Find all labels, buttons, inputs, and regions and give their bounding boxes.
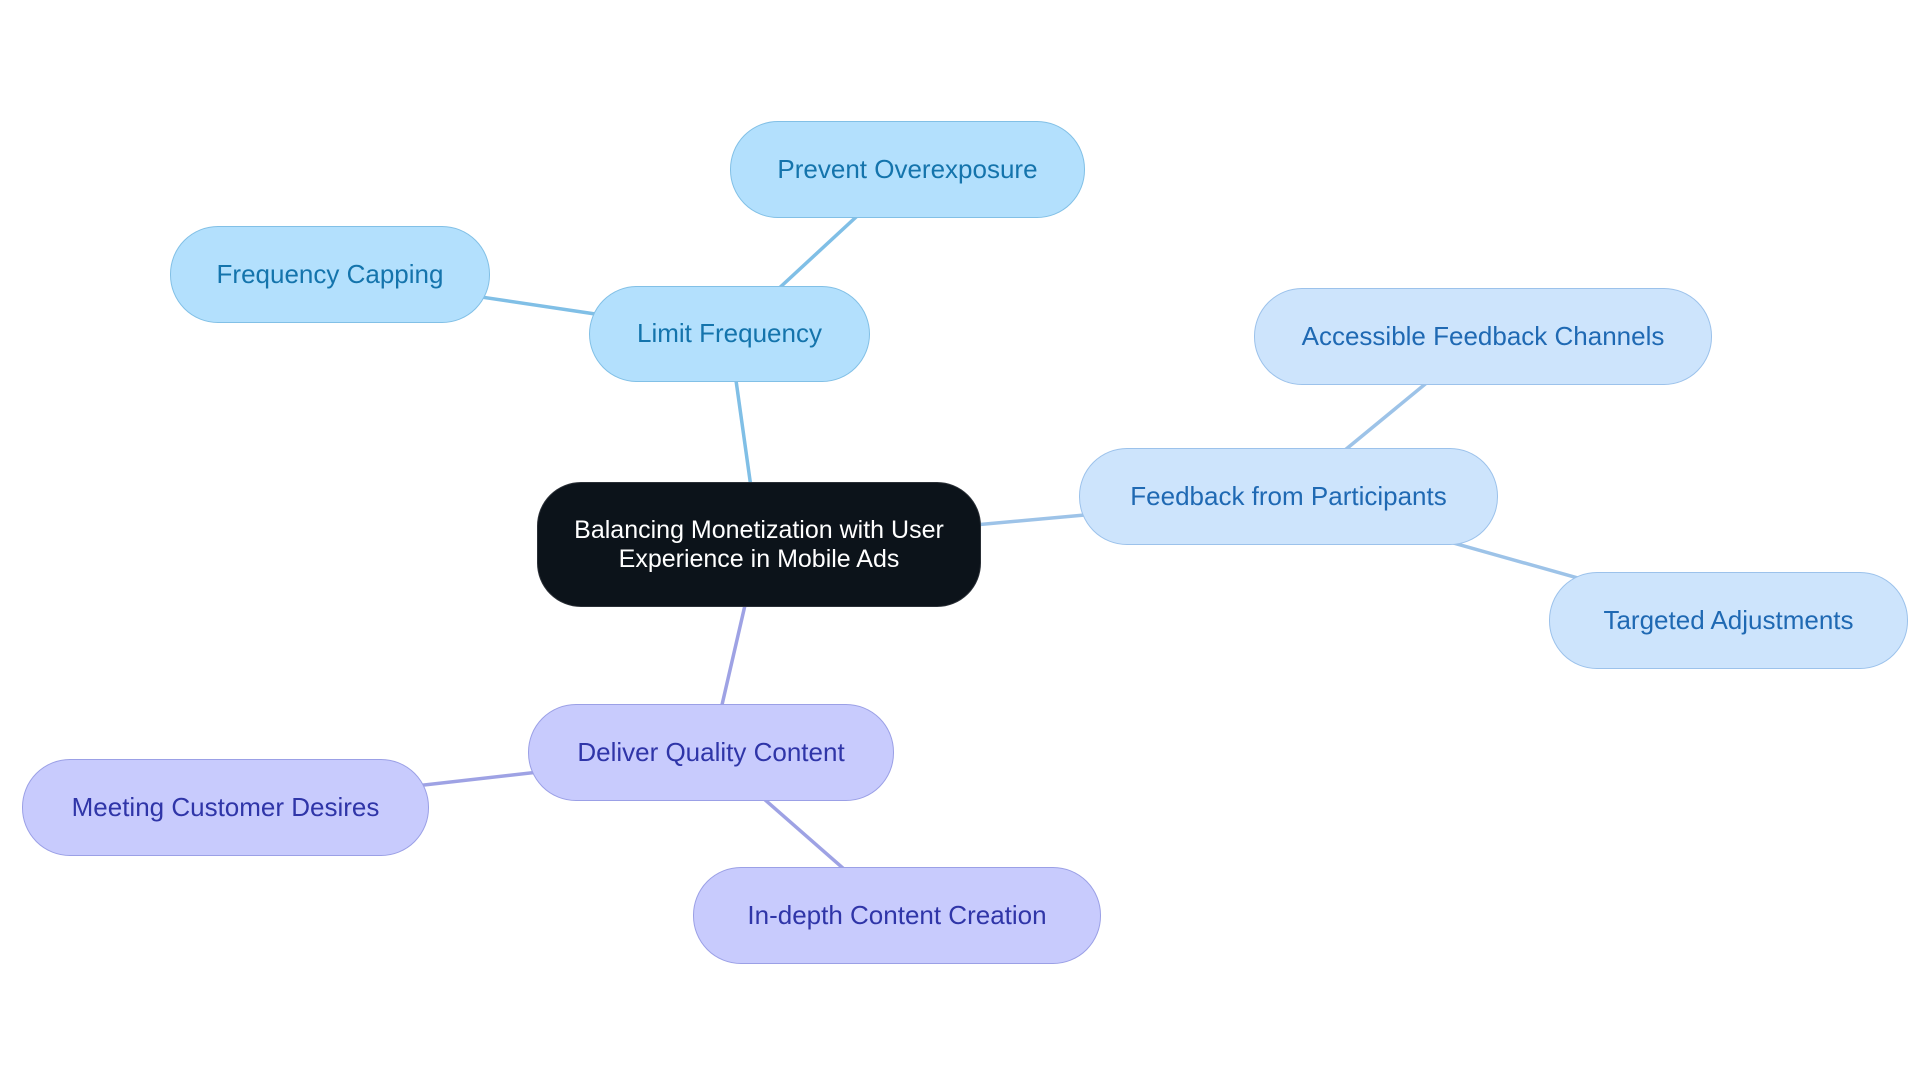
node-frequency-capping-label: Frequency Capping bbox=[216, 258, 444, 289]
node-meeting-desires-label: Meeting Customer Desires bbox=[71, 791, 380, 822]
node-root[interactable]: Balancing Monetization with User Experie… bbox=[537, 482, 981, 607]
node-accessible-feedback-label: Accessible Feedback Channels bbox=[1301, 320, 1665, 351]
node-targeted-adjustments-label: Targeted Adjustments bbox=[1603, 604, 1854, 635]
node-indepth-content[interactable]: In-depth Content Creation bbox=[693, 867, 1101, 964]
node-indepth-content-label: In-depth Content Creation bbox=[747, 899, 1047, 930]
node-accessible-feedback[interactable]: Accessible Feedback Channels bbox=[1254, 288, 1712, 385]
node-feedback-participants-label: Feedback from Participants bbox=[1130, 480, 1447, 511]
node-prevent-overexposure[interactable]: Prevent Overexposure bbox=[730, 121, 1085, 218]
node-frequency-capping[interactable]: Frequency Capping bbox=[170, 226, 490, 323]
node-deliver-quality[interactable]: Deliver Quality Content bbox=[528, 704, 894, 801]
node-deliver-quality-label: Deliver Quality Content bbox=[577, 736, 845, 767]
node-targeted-adjustments[interactable]: Targeted Adjustments bbox=[1549, 572, 1908, 669]
node-prevent-overexposure-label: Prevent Overexposure bbox=[777, 153, 1038, 184]
node-limit-frequency[interactable]: Limit Frequency bbox=[589, 286, 870, 382]
node-meeting-desires[interactable]: Meeting Customer Desires bbox=[22, 759, 429, 856]
node-limit-frequency-label: Limit Frequency bbox=[637, 318, 822, 349]
node-feedback-participants[interactable]: Feedback from Participants bbox=[1079, 448, 1498, 545]
node-root-label: Balancing Monetization with User Experie… bbox=[574, 515, 944, 573]
